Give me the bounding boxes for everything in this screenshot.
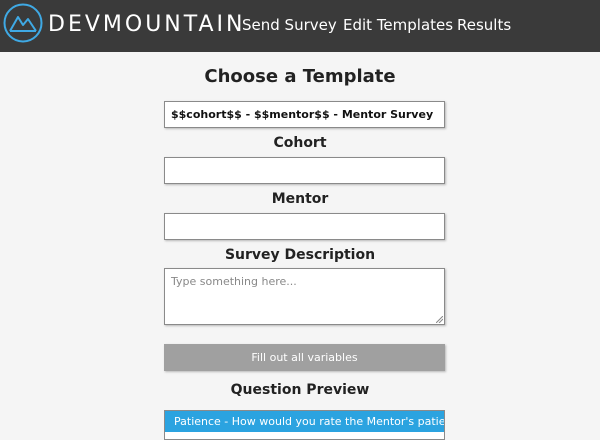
fill-variables-button[interactable]: Fill out all variables bbox=[164, 344, 445, 371]
brand-name[interactable]: DEVMOUNTAIN bbox=[48, 12, 245, 37]
nav-results[interactable]: Results bbox=[457, 16, 511, 34]
mentor-label: Mentor bbox=[271, 191, 329, 207]
question-preview-label: Question Preview bbox=[230, 382, 370, 398]
question-preview-header: Patience - How would you rate the Mentor… bbox=[165, 411, 444, 432]
nav-send-survey[interactable]: Send Survey bbox=[242, 16, 337, 34]
top-navbar: DEVMOUNTAIN Send Survey Edit Templates R… bbox=[0, 0, 600, 52]
nav-edit-templates[interactable]: Edit Templates bbox=[343, 16, 453, 34]
survey-description-textarea[interactable]: Type something here... bbox=[164, 268, 445, 325]
cohort-input[interactable] bbox=[164, 157, 445, 184]
mountain-logo-icon[interactable] bbox=[3, 3, 43, 43]
survey-description-placeholder: Type something here... bbox=[171, 275, 297, 288]
cohort-label: Cohort bbox=[273, 135, 327, 151]
survey-description-label: Survey Description bbox=[224, 247, 376, 263]
question-preview-card: Patience - How would you rate the Mentor… bbox=[164, 410, 445, 440]
resize-handle-icon[interactable] bbox=[436, 316, 443, 323]
mentor-input[interactable] bbox=[164, 213, 445, 240]
page-title: Choose a Template bbox=[204, 66, 396, 87]
template-select[interactable]: $$cohort$$ - $$mentor$$ - Mentor Survey bbox=[164, 101, 445, 128]
